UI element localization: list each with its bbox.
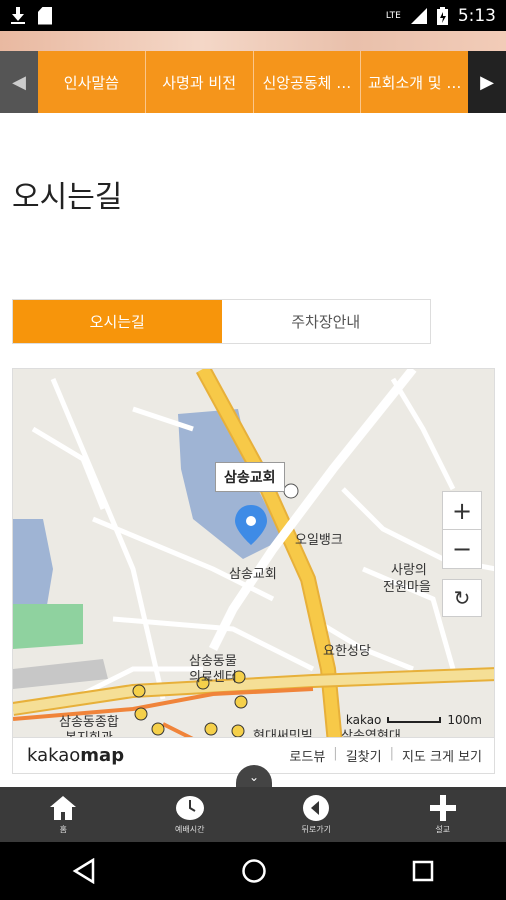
kakaomap-logo: kakaomap [27, 745, 125, 766]
tab-directions[interactable]: 오시는길 [13, 300, 222, 343]
page-title: 오시는길 [12, 180, 123, 215]
download-icon [10, 6, 26, 25]
refresh-button[interactable]: ↻ [442, 579, 482, 617]
zoom-control: + − [442, 491, 482, 569]
nav-prev-button[interactable]: ◀ [0, 51, 38, 113]
appbar-home[interactable]: 홈 [0, 787, 127, 842]
scale-brand: kakao [345, 713, 382, 727]
nav-tab-mission[interactable]: 사명과 비전 [146, 51, 254, 113]
chevron-left-icon: ◀ [12, 71, 26, 93]
nav-tab-community[interactable]: 신앙공동체 … [254, 51, 362, 113]
nav-tab-intro[interactable]: 교회소개 및 … [361, 51, 468, 113]
place-popup[interactable]: 삼송교회 [215, 462, 285, 492]
battery-icon [436, 6, 448, 25]
map-label-village-2: 전원마을 [383, 580, 431, 595]
bottom-app-bar: 홈 예배시간 뒤로가기 설교 [0, 787, 506, 842]
map-label-cathedral: 요한성당 [323, 644, 371, 659]
large-map-link[interactable]: 지도 크게 보기 [402, 746, 482, 765]
home-icon [49, 794, 77, 822]
clock-time: 5:13 [457, 5, 496, 26]
map-label-animal-2: 의료센터 [189, 670, 237, 685]
refresh-icon: ↻ [453, 586, 471, 610]
map-label-church: 삼송교회 [229, 567, 277, 582]
back-icon [301, 794, 331, 822]
appbar-sermon[interactable]: 설교 [380, 787, 506, 842]
tab-parking[interactable]: 주차장안내 [221, 300, 430, 343]
chevron-down-icon: ⌄ [248, 770, 260, 784]
back-nav-icon[interactable] [72, 858, 96, 884]
clock-icon [175, 794, 205, 822]
hero-banner [0, 31, 506, 51]
plus-icon [429, 794, 457, 822]
map-scale: kakao 100m [346, 713, 482, 727]
zoom-out-button[interactable]: − [443, 530, 481, 568]
directions-link[interactable]: 길찾기 [346, 746, 382, 765]
top-nav: ◀ 인사말씀 사명과 비전 신앙공동체 … 교회소개 및 … ▶ [0, 51, 506, 113]
status-bar: LTE 5:13 [0, 0, 506, 31]
sd-card-icon [38, 6, 52, 25]
scale-value: 100m [447, 713, 482, 727]
network-label: LTE [385, 10, 401, 21]
subtabs: 오시는길 주차장안내 [12, 299, 431, 344]
appbar-back[interactable]: 뒤로가기 [253, 787, 380, 842]
home-nav-icon[interactable] [241, 858, 267, 884]
chevron-right-icon: ▶ [480, 71, 494, 93]
nav-next-button[interactable]: ▶ [468, 51, 506, 113]
system-nav-bar [0, 842, 506, 900]
appbar-worship-time[interactable]: 예배시간 [127, 787, 254, 842]
recents-nav-icon[interactable] [412, 860, 434, 882]
scale-bar [387, 717, 442, 723]
roadview-link[interactable]: 로드뷰 [289, 746, 325, 765]
map-view[interactable]: 삼송교회 삼송교회 오일뱅크 사랑의 전원마을 요한성당 삼송동물 의료센터 삼… [12, 368, 495, 774]
nav-tab-greeting[interactable]: 인사말씀 [38, 51, 146, 113]
signal-icon [410, 7, 427, 24]
map-label-oilbank: 오일뱅크 [295, 533, 343, 548]
zoom-in-button[interactable]: + [443, 492, 481, 530]
